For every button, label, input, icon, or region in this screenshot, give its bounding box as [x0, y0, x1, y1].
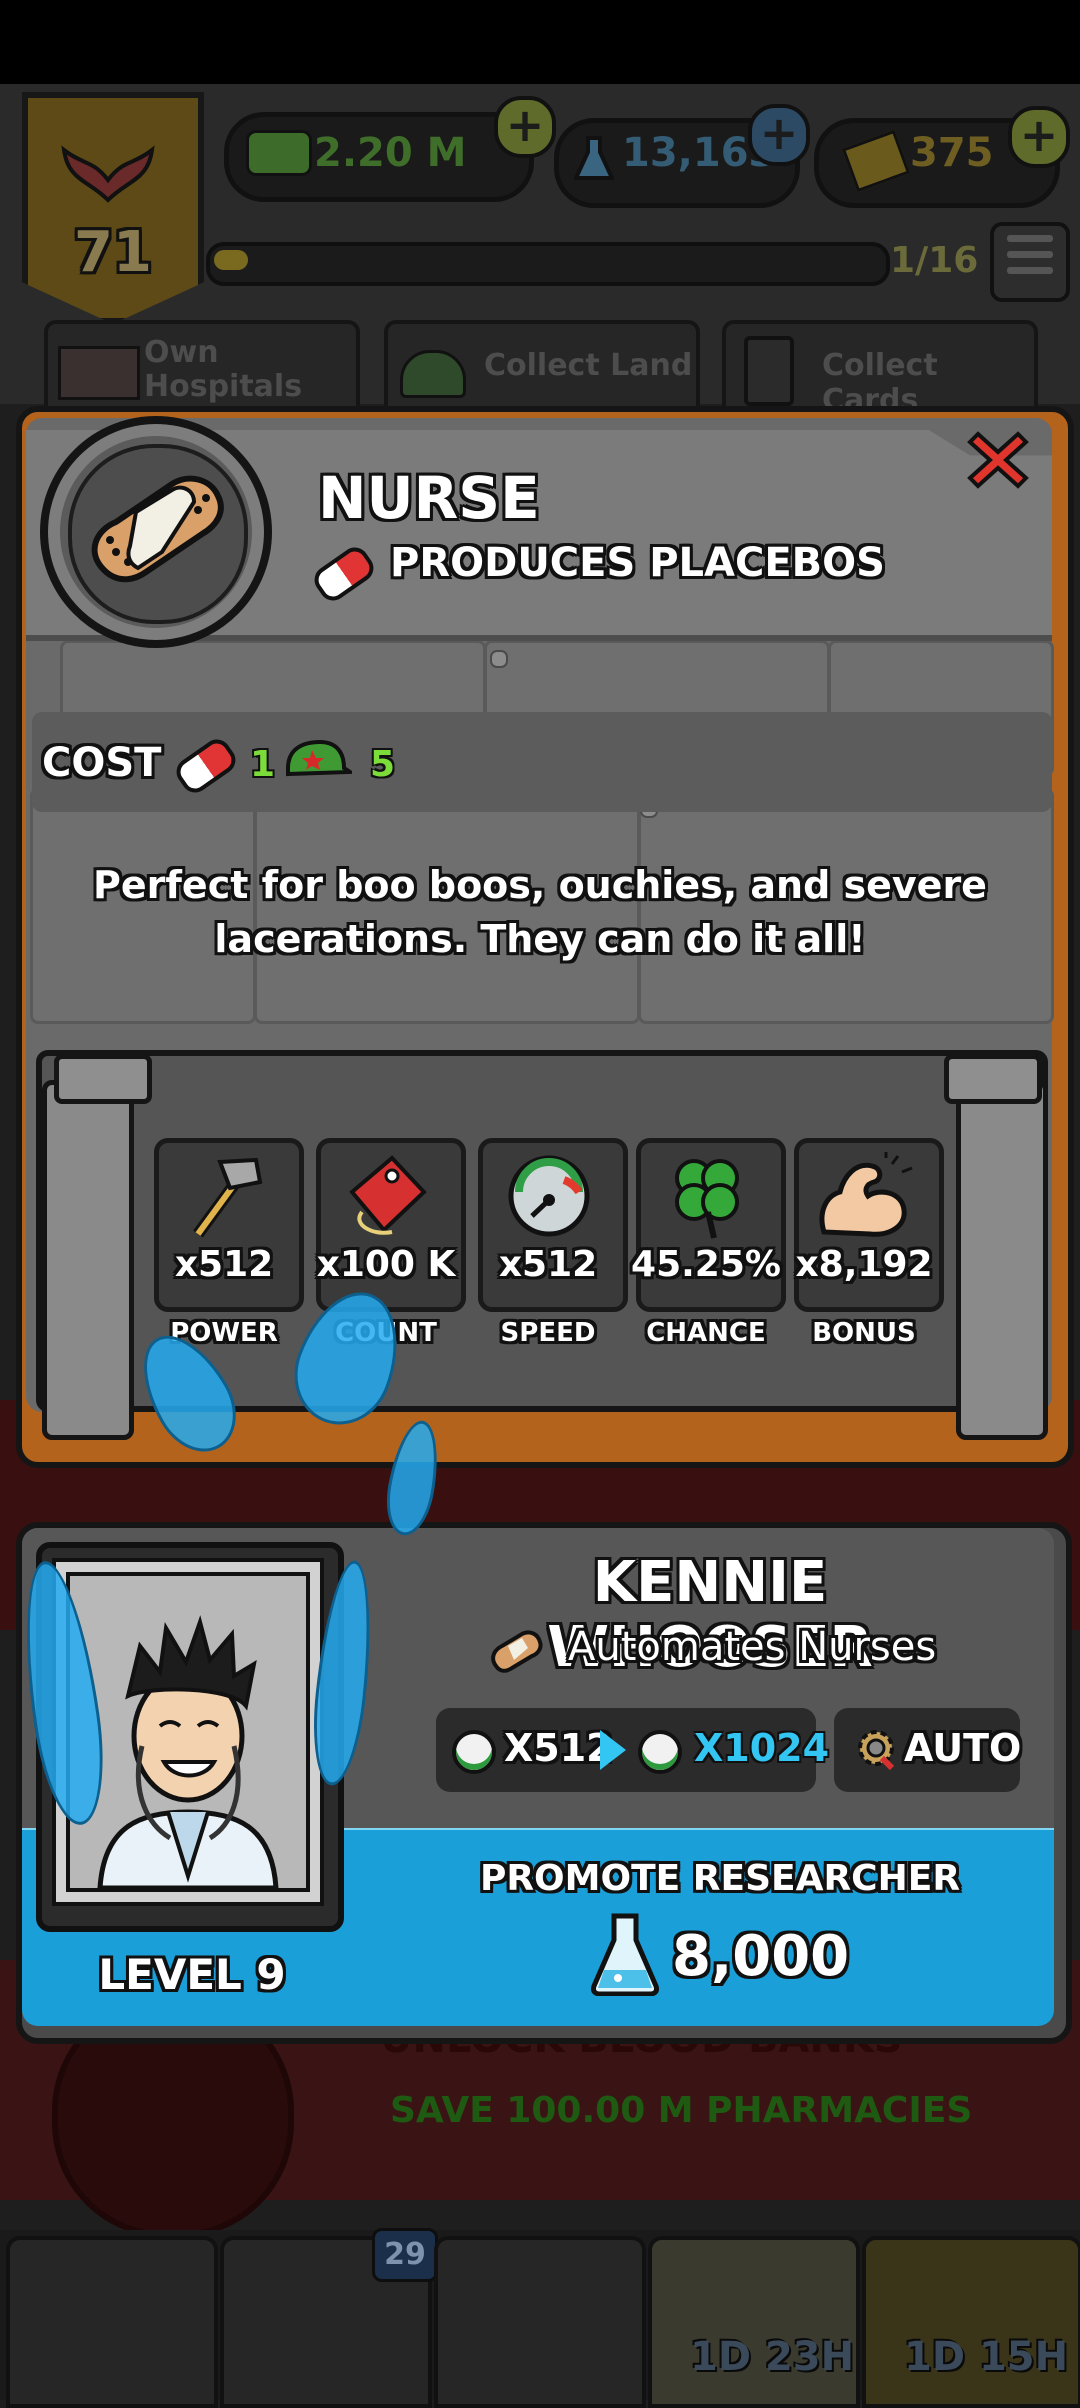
tray-post-left: [42, 1080, 134, 1440]
stat-value: x100 K: [316, 1244, 456, 1285]
tray-cap-right: [944, 1054, 1042, 1104]
quest-collect-cards[interactable]: Collect Cards: [722, 320, 1038, 418]
card-subtitle: PRODUCES PLACEBOS: [390, 540, 885, 586]
save-text: SAVE 100.00 M PHARMACIES: [390, 2090, 973, 2131]
cost-pills: 1: [250, 744, 276, 785]
tray-cap-left: [54, 1054, 152, 1104]
tab-map[interactable]: [6, 2236, 218, 2408]
stat-value: x512: [174, 1244, 274, 1285]
tickets-amount: 375: [910, 130, 994, 176]
promote-cost: 8,000: [672, 1924, 850, 1989]
researcher-level: LEVEL 9: [98, 1950, 286, 1999]
cash-amount: 2.20 M: [314, 130, 467, 176]
cost-label: COST: [42, 740, 162, 786]
quest-label: Collect Land: [484, 348, 693, 383]
add-research-button[interactable]: +: [748, 104, 810, 166]
clover-icon: [652, 1152, 762, 1240]
add-tickets-button[interactable]: +: [1008, 106, 1070, 168]
progress-text: 1/16: [890, 240, 979, 281]
speedometer-icon: [638, 1730, 682, 1774]
speed-to: X1024: [694, 1726, 830, 1770]
tab-tickets[interactable]: [434, 2236, 646, 2408]
bandage-icon: [488, 1628, 544, 1676]
stat-value: x512: [498, 1244, 598, 1285]
menu-button[interactable]: [990, 222, 1070, 302]
speed-from: X512: [504, 1726, 613, 1770]
stat-label: CHANCE: [646, 1318, 766, 1348]
progress-bar: [206, 242, 890, 286]
player-level: 71: [74, 220, 152, 285]
quest-own-hospitals[interactable]: Own Hospitals: [44, 320, 360, 418]
wings-icon: [58, 140, 158, 210]
arrow-right-icon: [600, 1730, 626, 1770]
event-timer: 1D 23H: [690, 2334, 855, 2380]
cost-caps: 5: [370, 744, 396, 785]
quest-label: Own Hospitals: [144, 335, 303, 404]
stat-value: 45.25%: [631, 1244, 781, 1285]
gear-icon: [852, 1724, 900, 1772]
tab-shop[interactable]: [862, 2236, 1080, 2408]
add-cash-button[interactable]: +: [494, 96, 556, 158]
promote-label: PROMOTE RESEARCHER: [479, 1858, 961, 1899]
stat-label: BONUS: [812, 1318, 916, 1348]
researcher-automates: Automates Nurses: [568, 1624, 937, 1670]
progress-fill: [214, 250, 248, 270]
card-title: NURSE: [318, 464, 540, 532]
card-description: Perfect for boo boos, ouchies, and sever…: [93, 863, 987, 961]
close-icon: [967, 431, 1029, 489]
status-bar: [0, 0, 1080, 84]
quest-collect-land[interactable]: Collect Land: [384, 320, 700, 418]
hospital-icon: [58, 346, 140, 400]
bolt: [490, 650, 508, 668]
cap-icon: [282, 738, 357, 786]
cash-icon: [246, 130, 312, 176]
speedometer-icon: [452, 1730, 496, 1774]
cards-badge: 29: [372, 2228, 438, 2282]
card-icon: [744, 336, 794, 406]
tray-post-right: [956, 1080, 1048, 1440]
flask-icon: [590, 1910, 660, 1997]
muscle-arm-icon: [810, 1152, 920, 1240]
bandage-icon: [76, 460, 236, 610]
stat-label: SPEED: [500, 1318, 596, 1348]
stat-value: x8,192: [795, 1244, 933, 1285]
tab-event[interactable]: [648, 2236, 860, 2408]
shop-timer: 1D 15H: [904, 2334, 1069, 2380]
price-tag-icon: [332, 1152, 442, 1240]
land-icon: [400, 350, 466, 398]
auto-label: AUTO: [904, 1726, 1022, 1770]
close-button[interactable]: [966, 428, 1030, 492]
flask-icon: [572, 134, 616, 184]
hammer-icon: [170, 1152, 280, 1240]
researcher-portrait: [66, 1572, 310, 1892]
speedometer-icon: [494, 1152, 604, 1240]
